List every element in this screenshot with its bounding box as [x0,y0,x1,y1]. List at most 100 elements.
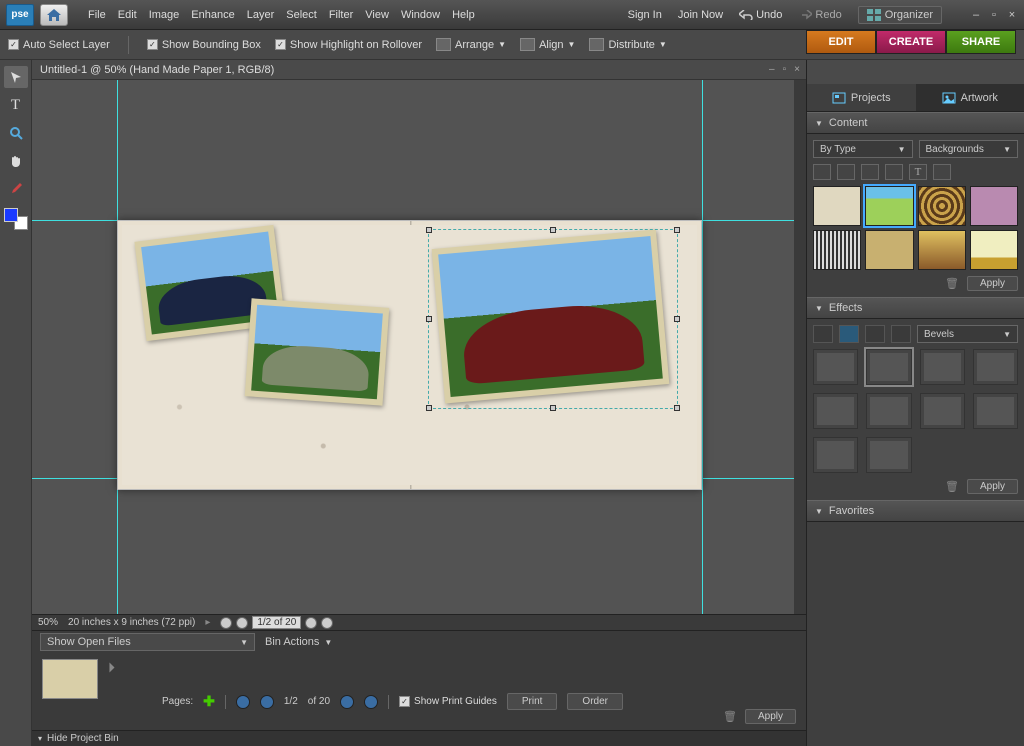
organizer-button[interactable]: Organizer [858,6,942,24]
effect-thumb[interactable] [973,393,1018,429]
filter-text-icon[interactable]: T [909,164,927,180]
fx-all-icon[interactable] [891,325,911,343]
page-display[interactable]: 1/2 of 20 [252,616,301,629]
page-prev-button[interactable] [236,617,248,629]
bg-thumb[interactable] [918,186,966,226]
move-tool[interactable] [4,66,28,88]
type-tool[interactable]: T [4,94,28,116]
menu-window[interactable]: Window [401,9,440,21]
effects-apply-button[interactable]: Apply [967,479,1018,494]
bg-thumb[interactable] [813,186,861,226]
fx-filter-icon[interactable] [813,325,833,343]
sign-in-link[interactable]: Sign In [628,9,662,21]
page-next-button[interactable] [305,617,317,629]
filter-shapes-icon[interactable] [885,164,903,180]
print-button[interactable]: Print [507,693,558,710]
menu-file[interactable]: File [88,9,106,21]
filter-graphics-icon[interactable] [861,164,879,180]
window-close-button[interactable]: × [1006,9,1018,21]
tab-artwork[interactable]: Artwork [916,84,1024,111]
bg-thumb[interactable] [865,186,913,226]
fx-photo-effects-icon[interactable] [865,325,885,343]
doc-minimize-button[interactable]: – [769,64,775,75]
add-page-button[interactable]: ✚ [203,693,215,710]
effect-thumb[interactable] [866,393,911,429]
effect-thumb[interactable] [920,349,965,385]
effect-thumb[interactable] [813,393,858,429]
content-apply-button[interactable]: Apply [967,276,1018,291]
favorites-panel-header[interactable]: ▼Favorites [807,500,1024,522]
page-first-button[interactable] [220,617,232,629]
page-last-button[interactable] [321,617,333,629]
pages-prev-button[interactable] [260,695,274,709]
tab-projects[interactable]: Projects [807,84,916,111]
selection-box[interactable] [428,229,678,409]
color-swatch[interactable] [4,208,28,230]
photobook-spread[interactable] [117,220,702,490]
arrange-dropdown[interactable]: Arrange▼ [436,38,506,51]
effects-trash-icon[interactable]: 🗑 [945,480,959,494]
effect-thumb[interactable] [866,437,911,473]
photo-frame-2[interactable] [245,298,389,405]
tab-create[interactable]: CREATE [876,30,946,54]
tab-edit[interactable]: EDIT [806,30,876,54]
align-dropdown[interactable]: Align▼ [520,38,575,51]
content-panel-header[interactable]: ▼Content [807,112,1024,134]
auto-select-layer-checkbox[interactable]: ✓Auto Select Layer [8,39,110,51]
pages-first-button[interactable] [236,695,250,709]
canvas-viewport[interactable] [32,80,806,614]
menu-edit[interactable]: Edit [118,9,137,21]
menu-filter[interactable]: Filter [329,9,353,21]
menu-view[interactable]: View [365,9,389,21]
order-button[interactable]: Order [567,693,623,710]
window-restore-button[interactable]: ▫ [988,9,1000,21]
home-button[interactable] [40,4,68,26]
effects-panel-header[interactable]: ▼Effects [807,297,1024,319]
doc-restore-button[interactable]: ▫ [783,64,787,75]
effect-thumb[interactable] [813,437,858,473]
menu-image[interactable]: Image [149,9,180,21]
distribute-dropdown[interactable]: Distribute▼ [589,38,666,51]
bin-trash-icon[interactable]: 🗑 [723,710,737,724]
bin-apply-button[interactable]: Apply [745,709,796,724]
undo-button[interactable]: Undo [739,9,782,21]
vertical-scrollbar[interactable] [794,80,806,614]
effects-category-dropdown[interactable]: Bevels▼ [917,325,1018,343]
show-print-guides-checkbox[interactable]: ✓Show Print Guides [399,696,497,707]
bg-thumb[interactable] [865,230,913,270]
zoom-tool[interactable] [4,122,28,144]
hand-tool[interactable] [4,150,28,172]
eyedropper-tool[interactable] [4,178,28,200]
effect-thumb[interactable] [920,393,965,429]
effect-thumb[interactable] [813,349,858,385]
filter-all-icon[interactable] [813,164,831,180]
menu-enhance[interactable]: Enhance [191,9,234,21]
menu-layer[interactable]: Layer [247,9,275,21]
bin-actions-dropdown[interactable]: Bin Actions▼ [265,636,332,648]
bg-thumb[interactable] [918,230,966,270]
filter-frames-icon[interactable] [837,164,855,180]
content-category-dropdown[interactable]: Backgrounds▼ [919,140,1019,158]
bin-scroll-button[interactable]: ⏵ [108,659,115,676]
bin-filter-dropdown[interactable]: Show Open Files▼ [40,633,255,651]
window-minimize-button[interactable]: – [970,9,982,21]
show-bounding-box-checkbox[interactable]: ✓Show Bounding Box [147,39,261,51]
hide-project-bin-button[interactable]: ▾ Hide Project Bin [32,730,806,746]
pages-last-button[interactable] [364,695,378,709]
bg-thumb[interactable] [813,230,861,270]
bin-thumbnail[interactable] [42,659,98,699]
show-highlight-checkbox[interactable]: ✓Show Highlight on Rollover [275,39,422,51]
effect-thumb[interactable] [973,349,1018,385]
zoom-display[interactable]: 50% [38,617,58,628]
effect-thumb-selected[interactable] [866,349,911,385]
redo-button[interactable]: Redo [798,9,841,21]
tab-share[interactable]: SHARE [946,30,1016,54]
content-trash-icon[interactable]: 🗑 [945,277,959,291]
menu-help[interactable]: Help [452,9,475,21]
bg-thumb[interactable] [970,230,1018,270]
menu-select[interactable]: Select [286,9,317,21]
pages-next-button[interactable] [340,695,354,709]
content-by-type-dropdown[interactable]: By Type▼ [813,140,913,158]
fx-layer-styles-icon[interactable] [839,325,859,343]
guide-vertical[interactable] [702,80,703,614]
